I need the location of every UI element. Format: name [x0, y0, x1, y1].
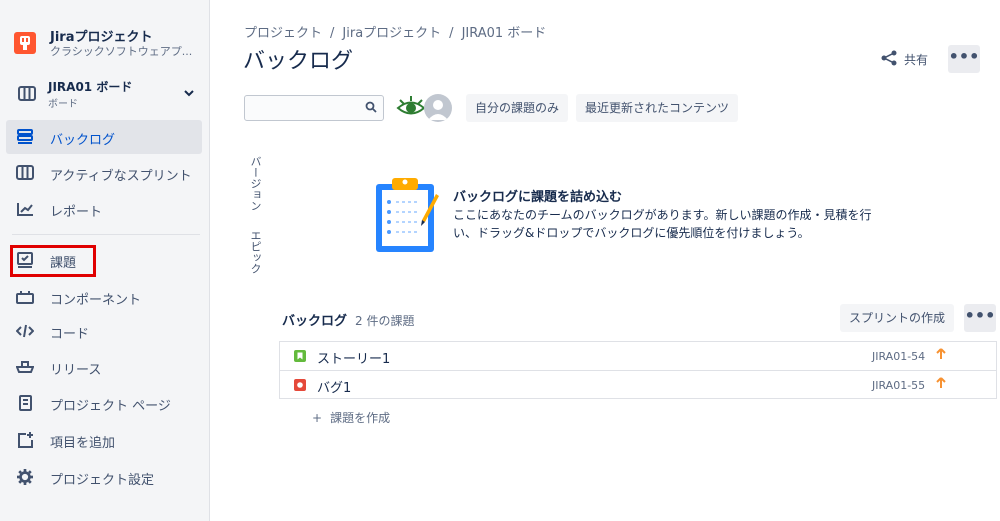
sidebar-item-backlog[interactable]: バックログ — [6, 120, 202, 154]
code-icon — [15, 323, 35, 339]
breadcrumb-separator: / — [330, 26, 335, 41]
sidebar-item-label: コンポーネント — [50, 293, 142, 308]
sidebar-item-label: レポート — [50, 205, 103, 220]
epics-tab[interactable]: エピック — [247, 230, 263, 274]
create-issue-label: 課題を作成 — [330, 411, 391, 425]
project-type: クラシックソフトウェアプ... — [50, 45, 193, 58]
chevron-down-icon — [184, 86, 194, 101]
sidebar-item-project-settings[interactable]: プロジェクト設定 — [6, 460, 202, 494]
search-input[interactable] — [244, 95, 384, 121]
story-icon — [294, 350, 306, 362]
backlog-more-button[interactable]: ••• — [964, 304, 996, 332]
watcher-avatar-icon[interactable] — [396, 94, 426, 126]
board-switcher[interactable]: JIRA01 ボード ボード — [14, 78, 196, 112]
sidebar-item-label: プロジェクト ページ — [50, 399, 171, 414]
project-avatar-icon — [14, 32, 36, 54]
project-sidebar: Jiraプロジェクト クラシックソフトウェアプ... JIRA01 ボード ボー… — [0, 0, 210, 521]
priority-high-icon — [936, 347, 946, 365]
create-issue-link[interactable]: + 課題を作成 — [312, 409, 390, 426]
empty-state-text: ここにあなたのチームのバックログがあります。新しい課題の作成・見積を行い、ドラッ… — [453, 208, 872, 240]
breadcrumb-item-projects[interactable]: プロジェクト — [244, 26, 322, 41]
table-row[interactable]: ストーリー1 JIRA01-54 — [280, 342, 996, 370]
empty-state-title: バックログに課題を詰め込む — [453, 190, 623, 205]
sidebar-item-reports[interactable]: レポート — [6, 192, 202, 226]
sidebar-item-active-sprint[interactable]: アクティブなスプリント — [6, 156, 202, 190]
breadcrumb: プロジェクト / Jiraプロジェクト / JIRA01 ボード — [244, 22, 546, 41]
versions-tab[interactable]: バージョン — [247, 156, 263, 211]
board-name: JIRA01 ボード — [48, 80, 133, 94]
recently-updated-button[interactable]: 最近更新されたコンテンツ — [576, 94, 739, 122]
backlog-title: バックログ — [282, 314, 348, 329]
backlog-issue-list: ストーリー1 JIRA01-54 バグ1 JIRA01-55 — [279, 341, 997, 399]
sidebar-item-add-item[interactable]: 項目を追加 — [6, 423, 202, 457]
bug-icon — [294, 379, 306, 391]
issue-summary[interactable]: バグ1 — [317, 377, 351, 396]
breadcrumb-item-board[interactable]: JIRA01 ボード — [462, 26, 547, 41]
sidebar-item-label: コード — [50, 327, 90, 342]
page-icon — [16, 395, 34, 411]
breadcrumb-separator: / — [449, 26, 454, 41]
sidebar-divider — [12, 234, 200, 235]
sidebar-item-label: プロジェクト設定 — [50, 473, 155, 488]
backlog-header: バックログ 2 件の課題 — [282, 310, 414, 329]
share-button[interactable]: 共有 — [880, 49, 928, 69]
ship-icon — [15, 359, 35, 375]
create-sprint-button[interactable]: スプリントの作成 — [840, 304, 955, 332]
only-my-issues-button[interactable]: 自分の課題のみ — [466, 94, 569, 122]
sidebar-item-project-page[interactable]: プロジェクト ページ — [6, 386, 202, 420]
issue-key[interactable]: JIRA01-54 — [872, 350, 925, 363]
backlog-icon — [16, 129, 34, 145]
user-avatar-icon[interactable] — [424, 94, 452, 122]
share-icon — [880, 50, 898, 69]
add-item-icon — [16, 432, 34, 448]
highlight-box — [10, 245, 96, 277]
share-label: 共有 — [904, 52, 929, 67]
backlog-issue-count: 2 件の課題 — [355, 314, 415, 328]
more-actions-button[interactable]: ••• — [948, 45, 980, 73]
project-header[interactable]: Jiraプロジェクト クラシックソフトウェアプ... — [14, 26, 204, 60]
breadcrumb-item-project[interactable]: Jiraプロジェクト — [342, 26, 441, 41]
issue-key[interactable]: JIRA01-55 — [872, 379, 925, 392]
sidebar-item-components[interactable]: コンポーネント — [6, 280, 202, 314]
board-columns-icon — [16, 165, 34, 181]
table-row[interactable]: バグ1 JIRA01-55 — [280, 370, 996, 398]
issue-summary[interactable]: ストーリー1 — [317, 348, 390, 367]
board-subtitle: ボード — [48, 99, 78, 110]
chart-line-icon — [16, 201, 34, 217]
board-columns-icon — [18, 86, 36, 106]
gear-icon — [16, 469, 34, 485]
clipboard-illustration-icon — [372, 174, 440, 258]
plus-icon: + — [312, 411, 323, 425]
sidebar-item-label: 項目を追加 — [50, 436, 116, 451]
priority-high-icon — [936, 376, 946, 394]
sidebar-item-label: バックログ — [50, 133, 116, 148]
search-icon — [365, 101, 377, 119]
sidebar-item-releases[interactable]: リリース — [6, 350, 202, 384]
sidebar-item-label: リリース — [50, 363, 102, 378]
sidebar-item-code[interactable]: コード — [6, 314, 202, 348]
sidebar-item-label: アクティブなスプリント — [50, 169, 192, 184]
page-title: バックログ — [243, 49, 354, 74]
component-icon — [16, 289, 34, 305]
